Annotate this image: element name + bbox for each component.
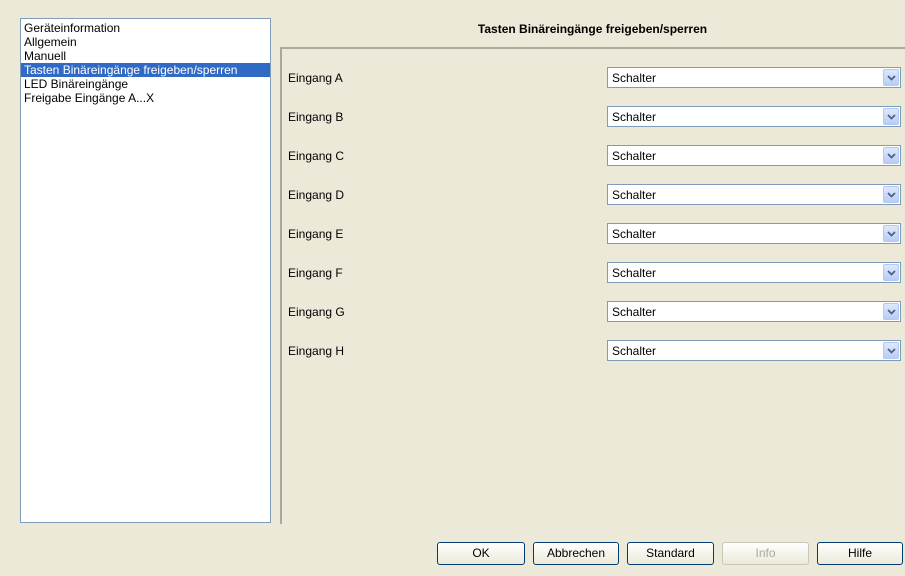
info-button: Info [722, 542, 809, 565]
eingang-g-value: Schalter [612, 305, 657, 319]
eingang-e-select[interactable]: Schalter [607, 223, 901, 244]
nav-item-allgemein[interactable]: Allgemein [21, 35, 270, 49]
parameter-row: Eingang H Schalter [282, 340, 905, 362]
eingang-c-label: Eingang C [288, 149, 345, 163]
eingang-c-select[interactable]: Schalter [607, 145, 901, 166]
help-button[interactable]: Hilfe [817, 542, 903, 565]
eingang-h-value: Schalter [612, 344, 657, 358]
eingang-f-value: Schalter [612, 266, 657, 280]
eingang-a-select[interactable]: Schalter [607, 67, 901, 88]
eingang-f-label: Eingang F [288, 266, 343, 280]
eingang-b-label: Eingang B [288, 110, 344, 124]
nav-item-geraeteinformation[interactable]: Geräteinformation [21, 21, 270, 35]
eingang-d-label: Eingang D [288, 188, 345, 202]
chevron-down-icon[interactable] [883, 108, 899, 125]
standard-button[interactable]: Standard [627, 542, 714, 565]
eingang-g-select[interactable]: Schalter [607, 301, 901, 322]
cancel-button[interactable]: Abbrechen [533, 542, 619, 565]
nav-item-freigabe-eingaenge[interactable]: Freigabe Eingänge A...X [21, 91, 270, 105]
nav-item-tasten-binaereingaenge[interactable]: Tasten Binäreingänge freigeben/sperren [21, 63, 270, 77]
eingang-a-value: Schalter [612, 71, 657, 85]
chevron-down-icon[interactable] [883, 342, 899, 359]
eingang-e-value: Schalter [612, 227, 657, 241]
parameter-row: Eingang B Schalter [282, 106, 905, 128]
parameter-row: Eingang D Schalter [282, 184, 905, 206]
nav-item-led-binaereingaenge[interactable]: LED Binäreingänge [21, 77, 270, 91]
parameter-row: Eingang E Schalter [282, 223, 905, 245]
eingang-a-label: Eingang A [288, 71, 343, 85]
parameter-row: Eingang G Schalter [282, 301, 905, 323]
chevron-down-icon[interactable] [883, 303, 899, 320]
ok-button[interactable]: OK [437, 542, 525, 565]
parameter-row: Eingang C Schalter [282, 145, 905, 167]
parameter-tree[interactable]: Geräteinformation Allgemein Manuell Tast… [20, 18, 271, 523]
nav-item-manuell[interactable]: Manuell [21, 49, 270, 63]
page-title: Tasten Binäreingänge freigeben/sperren [477, 22, 708, 36]
parameter-row: Eingang F Schalter [282, 262, 905, 284]
eingang-g-label: Eingang G [288, 305, 345, 319]
chevron-down-icon[interactable] [883, 186, 899, 203]
parameter-row: Eingang A Schalter [282, 67, 905, 89]
chevron-down-icon[interactable] [883, 225, 899, 242]
chevron-down-icon[interactable] [883, 264, 899, 281]
eingang-d-select[interactable]: Schalter [607, 184, 901, 205]
chevron-down-icon[interactable] [883, 69, 899, 86]
eingang-b-select[interactable]: Schalter [607, 106, 901, 127]
eingang-b-value: Schalter [612, 110, 657, 124]
eingang-c-value: Schalter [612, 149, 657, 163]
parameter-panel: Eingang A Schalter Eingang B Schalter Ei… [280, 47, 905, 524]
eingang-e-label: Eingang E [288, 227, 344, 241]
eingang-h-select[interactable]: Schalter [607, 340, 901, 361]
eingang-f-select[interactable]: Schalter [607, 262, 901, 283]
eingang-d-value: Schalter [612, 188, 657, 202]
chevron-down-icon[interactable] [883, 147, 899, 164]
eingang-h-label: Eingang H [288, 344, 345, 358]
